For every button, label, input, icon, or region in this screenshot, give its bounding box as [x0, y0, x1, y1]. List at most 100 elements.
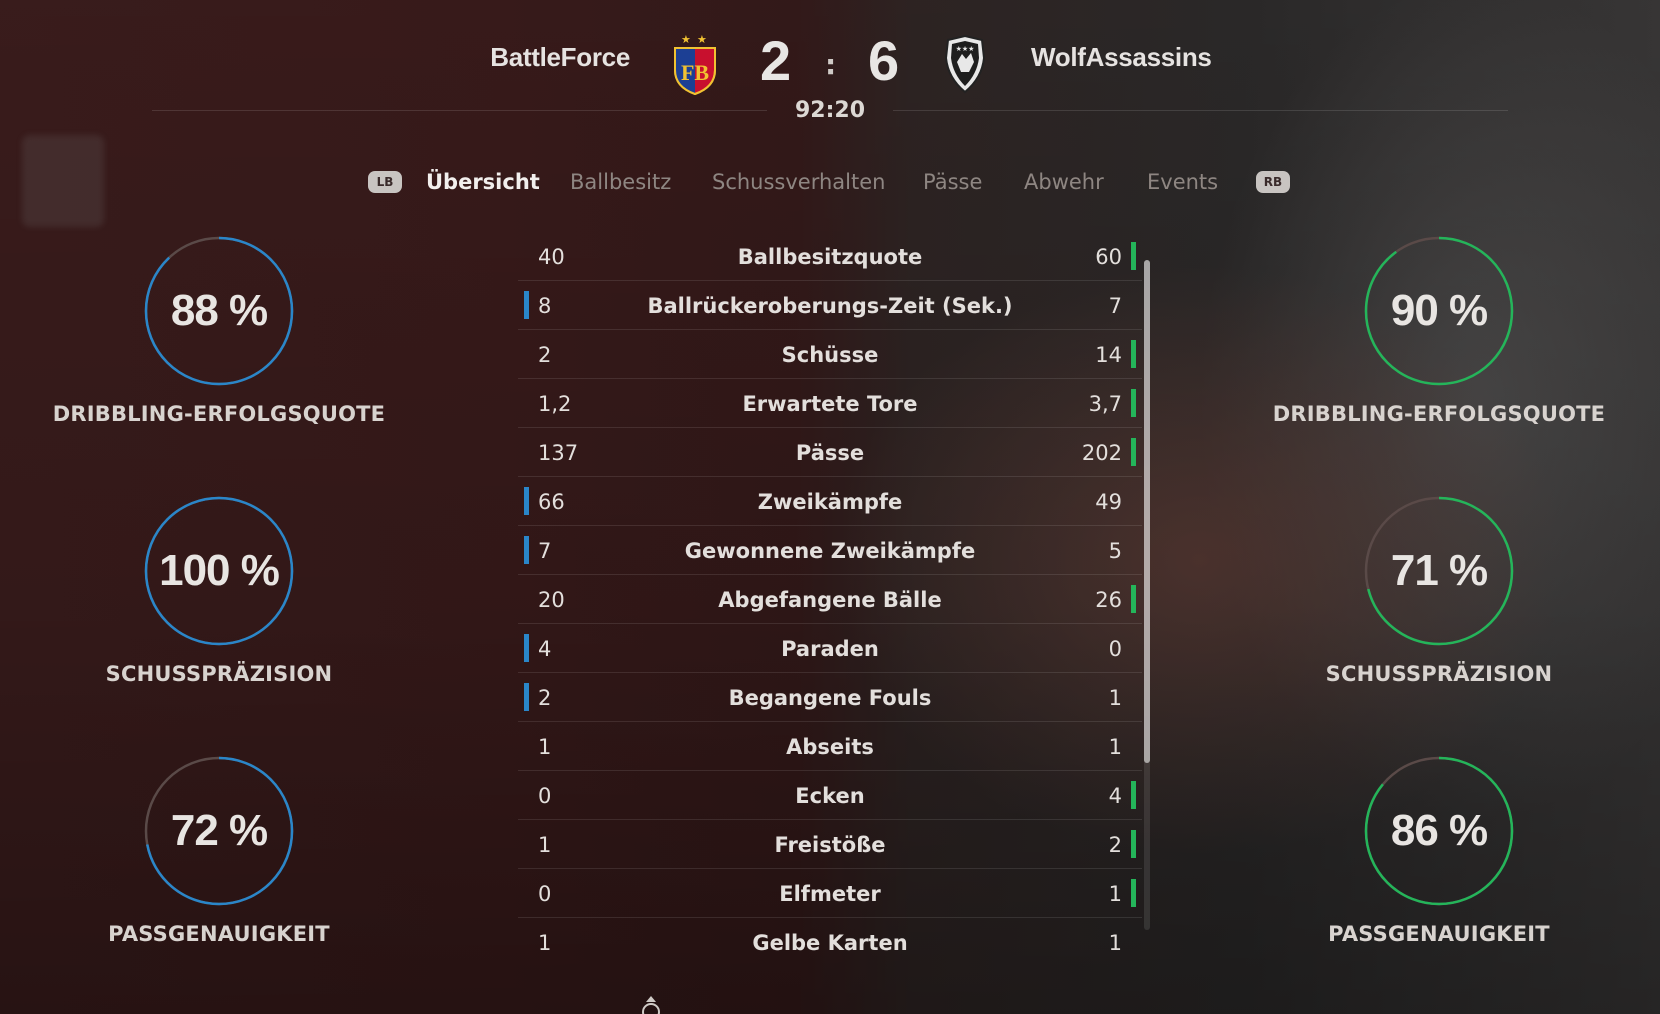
- tab-events[interactable]: Events: [1147, 170, 1218, 194]
- home-team-name: BattleForce: [490, 42, 630, 72]
- tab-paesse[interactable]: Pässe: [923, 170, 982, 194]
- background-blur-block: [22, 135, 104, 227]
- stat-label: Elfmeter: [779, 882, 881, 906]
- away-shot-precision-label: SCHUSSPRÄZISION: [1325, 662, 1553, 686]
- away-pass-accuracy-gauge: 86 %: [1364, 756, 1514, 906]
- stat-row: 40 Ballbesitzquote 60: [518, 232, 1142, 281]
- away-stat-value: 26: [1095, 588, 1122, 612]
- home-leader-bar: [524, 536, 529, 564]
- away-leader-bar: [1131, 438, 1136, 466]
- tab-ballbesitz[interactable]: Ballbesitz: [570, 170, 671, 194]
- stats-scrollbar-thumb[interactable]: [1144, 260, 1150, 763]
- tab-abwehr[interactable]: Abwehr: [1024, 170, 1104, 194]
- home-leader-bar: [524, 634, 529, 662]
- away-dribbling-gauge: 90 %: [1364, 236, 1514, 386]
- home-leader-bar: [524, 683, 529, 711]
- stat-label: Ballbesitzquote: [737, 245, 923, 269]
- away-stat-value: 2: [1108, 833, 1122, 857]
- stat-row: 137 Pässe 202: [518, 428, 1142, 477]
- tab-uebersicht[interactable]: Übersicht: [426, 170, 540, 194]
- fcb-crest-icon: ★ ★ FB: [674, 33, 716, 96]
- away-stat-value: 3,7: [1088, 392, 1122, 416]
- away-dribbling-label: DRIBBLING-ERFOLGSQUOTE: [1272, 402, 1606, 426]
- stat-row: 1 Gelbe Karten 1: [518, 918, 1142, 966]
- lb-bumper-icon[interactable]: LB: [368, 171, 402, 193]
- stat-row: 4 Paraden 0: [518, 624, 1142, 673]
- stat-row: 66 Zweikämpfe 49: [518, 477, 1142, 526]
- away-stat-value: 1: [1108, 882, 1122, 906]
- away-leader-bar: [1131, 781, 1136, 809]
- stat-label: Erwartete Tore: [742, 392, 918, 416]
- home-pass-accuracy-gauge: 72 %: [144, 756, 294, 906]
- away-stat-value: 1: [1108, 686, 1122, 710]
- away-stat-value: 5: [1108, 539, 1122, 563]
- away-stat-value: 0: [1108, 637, 1122, 661]
- gauge-value: 72 %: [170, 806, 268, 855]
- away-leader-bar: [1131, 830, 1136, 858]
- score-separator: :: [825, 48, 837, 81]
- away-stat-value: 202: [1081, 441, 1122, 465]
- away-leader-bar: [1131, 879, 1136, 907]
- match-clock: 92:20: [794, 98, 866, 123]
- gauge-value: 71 %: [1390, 546, 1488, 595]
- stat-row: 8 Ballrückeroberungs-Zeit (Sek.) 7: [518, 281, 1142, 330]
- scroll-more-indicator-icon: [642, 996, 660, 1014]
- home-pass-accuracy-label: PASSGENAUIGKEIT: [108, 922, 330, 946]
- gauge-value: 90 %: [1390, 286, 1488, 335]
- stat-label: Abgefangene Bälle: [718, 588, 942, 612]
- stat-label: Begangene Fouls: [728, 686, 932, 710]
- svg-text:★: ★: [681, 33, 691, 46]
- stat-label: Ballrückeroberungs-Zeit (Sek.): [647, 294, 1013, 318]
- stat-row: 1 Abseits 1: [518, 722, 1142, 771]
- away-leader-bar: [1131, 585, 1136, 613]
- home-leader-bar: [524, 487, 529, 515]
- stat-label: Paraden: [781, 637, 879, 661]
- away-stat-value: 14: [1095, 343, 1122, 367]
- away-leader-bar: [1131, 340, 1136, 368]
- gauge-value: 100 %: [159, 546, 280, 595]
- home-shot-precision-label: SCHUSSPRÄZISION: [105, 662, 333, 686]
- stat-row: 0 Ecken 4: [518, 771, 1142, 820]
- stat-row: 20 Abgefangene Bälle 26: [518, 575, 1142, 624]
- tab-schussverhalten[interactable]: Schussverhalten: [712, 170, 885, 194]
- svg-text:★★★: ★★★: [956, 45, 975, 53]
- stat-label: Gelbe Karten: [752, 931, 908, 955]
- home-leader-bar: [524, 291, 529, 319]
- stat-row: 7 Gewonnene Zweikämpfe 5: [518, 526, 1142, 575]
- away-leader-bar: [1131, 389, 1136, 417]
- home-dribbling-label: DRIBBLING-ERFOLGSQUOTE: [52, 402, 386, 426]
- stat-row: 1,2 Erwartete Tore 3,7: [518, 379, 1142, 428]
- away-stat-value: 49: [1095, 490, 1122, 514]
- away-stat-value: 60: [1095, 245, 1122, 269]
- stat-label: Zweikämpfe: [757, 490, 903, 514]
- away-pass-accuracy-label: PASSGENAUIGKEIT: [1328, 922, 1550, 946]
- gauge-value: 88 %: [170, 286, 268, 335]
- away-leader-bar: [1131, 242, 1136, 270]
- away-stat-value: 4: [1108, 784, 1122, 808]
- stats-table[interactable]: 40 Ballbesitzquote 60 8 Ballrückeroberungs-…: [518, 232, 1142, 966]
- away-shot-precision-gauge: 71 %: [1364, 496, 1514, 646]
- stat-label: Ecken: [795, 784, 865, 808]
- stat-label: Pässe: [795, 441, 865, 465]
- stat-row: 2 Begangene Fouls 1: [518, 673, 1142, 722]
- away-stat-value: 1: [1108, 931, 1122, 955]
- gauge-value: 86 %: [1390, 806, 1488, 855]
- stat-row: 0 Elfmeter 1: [518, 869, 1142, 918]
- stat-label: Gewonnene Zweikämpfe: [684, 539, 976, 563]
- away-team-name: WolfAssassins: [1031, 42, 1212, 72]
- stat-label: Schüsse: [781, 343, 879, 367]
- home-dribbling-gauge: 88 %: [144, 236, 294, 386]
- stat-label: Abseits: [786, 735, 874, 759]
- home-shot-precision-gauge: 100 %: [144, 496, 294, 646]
- rb-bumper-icon[interactable]: RB: [1256, 171, 1290, 193]
- svg-text:FB: FB: [681, 60, 709, 85]
- stat-label: Freistöße: [774, 833, 886, 857]
- stat-row: 1 Freistöße 2: [518, 820, 1142, 869]
- away-stat-value: 7: [1108, 294, 1122, 318]
- home-score: 2: [760, 29, 792, 92]
- away-score: 6: [868, 29, 900, 92]
- wolf-shield-crest-icon: ★★★: [944, 34, 986, 94]
- svg-text:★: ★: [697, 33, 707, 46]
- away-stat-value: 1: [1108, 735, 1122, 759]
- stat-row: 2 Schüsse 14: [518, 330, 1142, 379]
